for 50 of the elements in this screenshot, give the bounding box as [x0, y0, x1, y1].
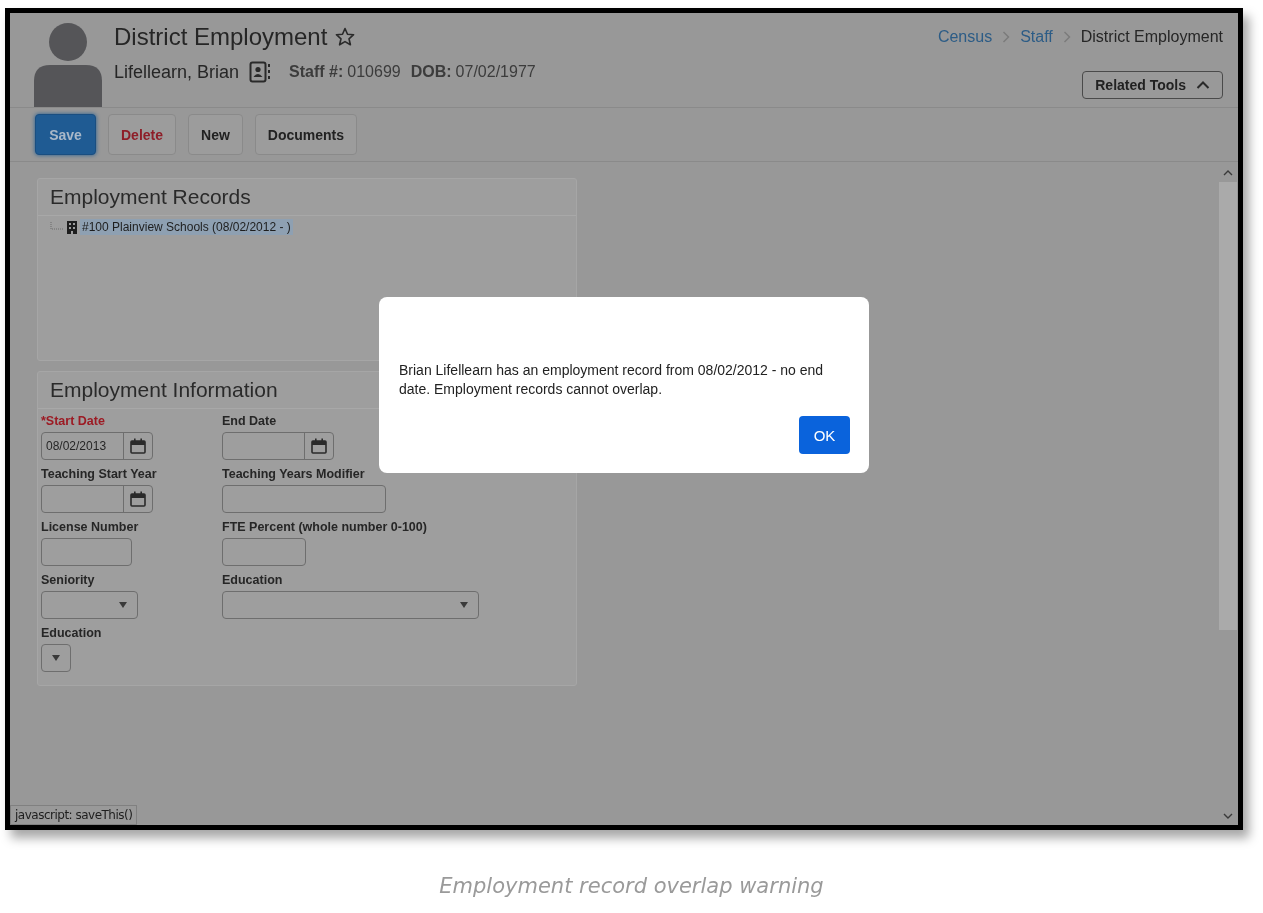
field-label: End Date	[222, 414, 278, 428]
toolbar-button[interactable]: New	[188, 114, 243, 155]
field-label: Education	[41, 626, 103, 640]
toolbar-button[interactable]: Save	[35, 114, 96, 155]
figure-caption: Employment record overlap warning	[438, 874, 825, 898]
dob-value: 07/02/1977	[455, 63, 536, 81]
contact-card-icon[interactable]	[249, 61, 272, 83]
field-label: Teaching Years Modifier	[222, 467, 366, 481]
dropdown-arrow-icon	[460, 602, 468, 608]
field-label: FTE Percent (whole number 0-100)	[222, 520, 427, 534]
text-field[interactable]	[41, 538, 132, 566]
tree-item[interactable]: #100 Plainview Schools (08/02/2012 - )	[80, 219, 293, 235]
field-label: *Start Date	[41, 414, 106, 428]
dropdown-field[interactable]	[41, 644, 71, 672]
staff-number-label: Staff #:	[289, 63, 344, 81]
scroll-up-icon[interactable]	[1223, 170, 1233, 176]
ok-button[interactable]: OK	[799, 416, 850, 454]
staff-number: 010699	[347, 63, 401, 81]
toolbar-button[interactable]: Delete	[108, 114, 177, 155]
field-label: Teaching Start Year	[41, 467, 158, 481]
field-label: License Number	[41, 520, 140, 534]
star-icon[interactable]	[335, 27, 356, 47]
breadcrumb-current: District Employment	[1080, 28, 1223, 46]
calendar-icon[interactable]	[130, 491, 146, 507]
dropdown-arrow-icon	[119, 602, 127, 608]
panel-title: Employment Records	[38, 179, 576, 216]
field-label: Education	[222, 573, 284, 587]
field-label: Seniority	[41, 573, 96, 587]
scroll-down-icon[interactable]	[1223, 813, 1233, 819]
calendar-icon[interactable]	[311, 438, 327, 454]
related-tools-button[interactable]: Related Tools	[1082, 71, 1223, 99]
person-name: Lifellearn, Brian	[114, 61, 240, 83]
date-field[interactable]	[222, 432, 334, 460]
text-field[interactable]	[222, 485, 386, 513]
toolbar-button[interactable]: Documents	[254, 114, 358, 155]
dropdown-arrow-icon	[52, 655, 60, 661]
dob-label: DOB:	[410, 63, 452, 81]
text-field[interactable]	[222, 538, 306, 566]
dropdown-field[interactable]	[41, 591, 138, 619]
dropdown-field[interactable]	[222, 591, 479, 619]
date-field[interactable]: 08/02/2013	[41, 432, 153, 460]
chevron-right-icon	[1002, 31, 1011, 43]
building-icon	[66, 220, 78, 234]
tree-connector	[50, 222, 64, 232]
page-title: District Employment	[114, 23, 328, 51]
calendar-icon[interactable]	[130, 438, 146, 454]
person-silhouette-icon	[34, 23, 102, 107]
chevron-right-icon	[1062, 31, 1071, 43]
status-bar: javascript: saveThis()	[10, 805, 138, 825]
date-field[interactable]	[41, 485, 153, 513]
